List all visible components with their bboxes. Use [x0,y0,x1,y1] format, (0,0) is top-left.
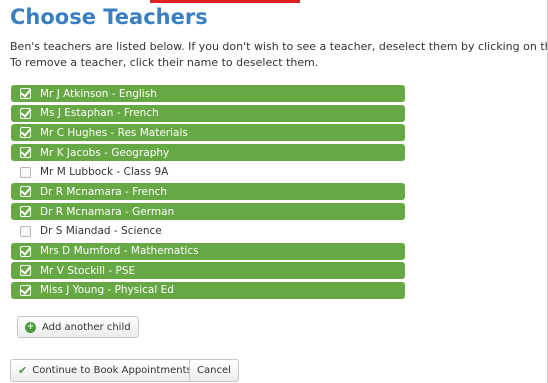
checkbox-icon[interactable] [20,147,31,159]
teacher-label: Mr M Lubbock - Class 9A [40,166,169,179]
checkbox-icon[interactable] [20,284,31,296]
teacher-row-young[interactable]: Miss J Young - Physical Ed [11,281,405,299]
teacher-label: Dr R Mcnamara - French [40,185,168,198]
checkmark-icon: ✔ [18,364,28,377]
teacher-row-stockill[interactable]: Mr V Stockill - PSE [11,262,405,280]
add-child-label: Add another child [42,321,131,333]
checkbox-icon[interactable] [20,127,31,139]
checkbox-icon[interactable] [20,88,31,99]
clipped-header-fragment [0,0,548,3]
teacher-row-mcnamara-french[interactable]: Dr R Mcnamara - French [11,183,405,201]
teacher-label: Mr C Hughes - Res Materials [40,126,188,139]
continue-button[interactable]: ✔ Continue to Book Appointments [10,359,200,382]
checkbox-icon[interactable] [20,166,31,178]
teacher-label: Mr J Atkinson - English [40,87,157,100]
teacher-label: Mr K Jacobs - Geography [40,146,170,159]
teacher-row-atkinson[interactable]: Mr J Atkinson - English [11,85,405,102]
checkbox-icon[interactable] [20,186,31,198]
checkbox-icon[interactable] [20,225,31,237]
checkbox-icon[interactable] [20,265,31,277]
teacher-label: Miss J Young - Physical Ed [40,284,174,297]
checkbox-icon[interactable] [20,206,31,218]
teacher-row-mcnamara-german[interactable]: Dr R Mcnamara - German [11,203,405,221]
intro-line-2: To remove a teacher, click their name to… [10,56,319,69]
checkbox-icon[interactable] [20,245,31,257]
intro-text: Ben's teachers are listed below. If you … [10,39,548,71]
add-another-child-button[interactable]: + Add another child [17,316,139,338]
teacher-list: Mr J Atkinson - English Ms J Estaphan - … [11,85,405,302]
teacher-row-mumford[interactable]: Mrs D Mumford - Mathematics [11,242,405,260]
cancel-button[interactable]: Cancel [189,359,239,382]
cancel-label: Cancel [197,365,231,376]
continue-label: Continue to Book Appointments [32,365,192,376]
intro-line-1: Ben's teachers are listed below. If you … [10,40,548,53]
teacher-row-hughes[interactable]: Mr C Hughes - Res Materials [11,124,405,142]
teacher-label: Dr R Mcnamara - German [40,205,175,218]
teacher-row-jacobs[interactable]: Mr K Jacobs - Geography [11,144,405,162]
teacher-label: Mrs D Mumford - Mathematics [40,245,199,257]
teacher-label: Mr V Stockill - PSE [40,264,136,277]
teacher-label: Ms J Estaphan - French [40,107,159,120]
teacher-row-lubbock[interactable]: Mr M Lubbock - Class 9A [11,164,405,181]
page-title: Choose Teachers [10,5,208,29]
teacher-row-miandad[interactable]: Dr S Miandad - Science [11,223,405,240]
teacher-label: Dr S Miandad - Science [40,225,162,238]
checkbox-icon[interactable] [20,107,31,119]
plus-circle-icon: + [25,321,36,333]
teacher-row-estaphan[interactable]: Ms J Estaphan - French [11,104,405,122]
